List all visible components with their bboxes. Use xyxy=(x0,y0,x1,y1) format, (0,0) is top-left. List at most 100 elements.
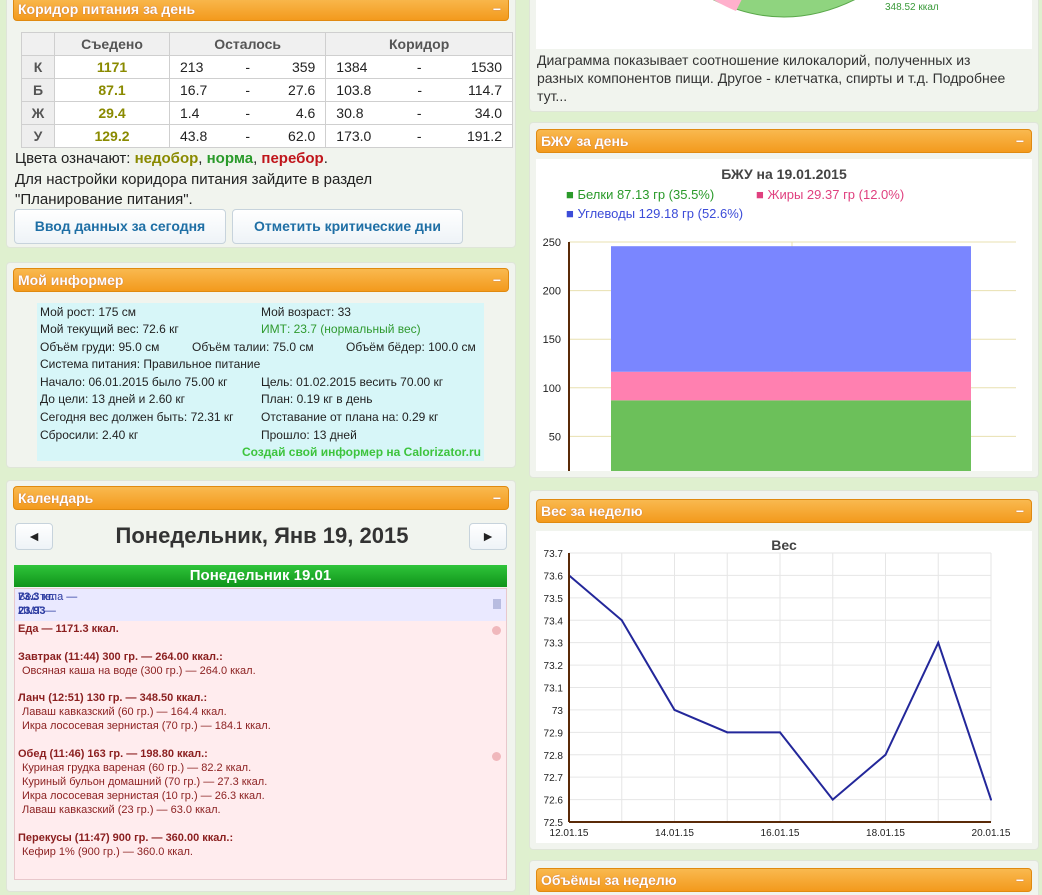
table-row: Ж 29.4 1.4-4.6 30.8-34.0 xyxy=(21,101,513,125)
row-label: У xyxy=(21,124,55,148)
right-arrow-icon: ► xyxy=(481,528,495,544)
eaten-value: 87.1 xyxy=(54,78,170,102)
lost-text: Сбросили: 2.40 кг xyxy=(40,428,139,442)
y-tick-label: 73.3 xyxy=(544,639,564,650)
food-item: Куриный бульон домашний (70 гр.) — 27.3 … xyxy=(22,776,268,788)
bju-header[interactable]: БЖУ за день − xyxy=(536,129,1032,153)
height-text: Мой рост: 175 см xyxy=(40,305,136,319)
create-informer-link[interactable]: Создай свой информер на Calorizator.ru xyxy=(242,445,481,459)
lag-text: Отставание от плана на: 0.29 кг xyxy=(261,410,439,424)
weight-chart: Вес 72.5 72.6 72.7 72.8 72.9 73 73.1 73.2 73.3 73… xyxy=(536,531,1032,843)
data-point xyxy=(779,731,781,734)
next-day-button[interactable]: ► xyxy=(469,523,507,550)
x-tick-label: 14.01.15 xyxy=(655,828,694,839)
calendar-header[interactable]: Календарь − xyxy=(13,486,509,510)
informer-widget[interactable]: Мой рост: 175 см Мой возраст: 33 Мой тек… xyxy=(37,303,484,461)
weight-edit-icon[interactable] xyxy=(493,599,501,609)
bju-svg: 050100150200250 xyxy=(543,237,1016,471)
food-edit-icon[interactable] xyxy=(492,626,501,635)
waist-text: Объём талии: 75.0 см xyxy=(192,340,314,354)
y-tick-label: 73.4 xyxy=(544,616,564,627)
collapse-icon[interactable]: − xyxy=(493,269,501,291)
corridor-range: 173.0-191.2 xyxy=(325,124,513,148)
setup-text: Для настройки коридора питания зайдите в… xyxy=(15,171,373,208)
x-tick-label: 18.01.15 xyxy=(866,828,905,839)
volumes-header[interactable]: Объёмы за неделю − xyxy=(536,868,1032,892)
weight-title: Вес за неделю xyxy=(541,503,643,519)
data-point xyxy=(620,619,623,622)
passed-text: Прошло: 13 дней xyxy=(261,428,357,442)
y-tick-label: 73.2 xyxy=(544,661,564,672)
koridor-header[interactable]: Коридор питания за день − xyxy=(13,0,509,21)
collapse-icon[interactable]: − xyxy=(1016,130,1024,152)
meal-line: Ланч (12:51) 130 гр. — 348.50 ккал.: xyxy=(18,692,208,704)
y-tick-label: 72.8 xyxy=(544,751,564,762)
y-tick-label: 100 xyxy=(543,383,561,395)
hips-text: Объём бёдер: 100.0 см xyxy=(346,340,476,354)
row-label: Ж xyxy=(21,101,55,125)
collapse-icon[interactable]: − xyxy=(493,487,501,509)
goal-text: Цель: 01.02.2015 весить 70.00 кг xyxy=(261,375,444,389)
prev-day-button[interactable]: ◄ xyxy=(15,523,53,550)
collapse-icon[interactable]: − xyxy=(1016,500,1024,522)
y-tick-label: 72.9 xyxy=(544,728,564,739)
left-arrow-icon: ◄ xyxy=(27,528,41,544)
weight-block xyxy=(15,589,506,621)
pie-label: 348.52 ккал xyxy=(885,2,939,13)
koridor-panel: Коридор питания за день − Съедено Осталось… xyxy=(6,0,516,248)
table-row: У 129.2 43.8-62.0 173.0-191.2 xyxy=(21,124,513,148)
weight-header[interactable]: Вес за неделю − xyxy=(536,499,1032,523)
row-label: Б xyxy=(21,78,55,102)
y-tick-label: 50 xyxy=(549,431,561,443)
row-label: К xyxy=(21,55,55,79)
food-item: Кефир 1% (900 гр.) — 360.0 ккал. xyxy=(22,846,193,858)
collapse-icon[interactable]: − xyxy=(493,0,501,20)
food-item: Икра лососевая зернистая (70 гр.) — 184.… xyxy=(22,720,271,732)
y-tick-label: 73.5 xyxy=(544,594,564,605)
col-left: Осталось xyxy=(168,32,327,56)
food-item: Икра лососевая зернистая (10 гр.) — 26.3… xyxy=(22,790,265,802)
age-text: Мой возраст: 33 xyxy=(261,305,351,319)
col-eaten: Съедено xyxy=(54,32,170,56)
volumes-title: Объёмы за неделю xyxy=(541,872,677,888)
bar-segment xyxy=(611,400,971,471)
left-range: 16.7-27.6 xyxy=(168,78,327,102)
calendar-day-header: Понедельник 19.01 xyxy=(14,565,507,587)
pie-panel: 348.52 ккал Диаграмма показывает соотнош… xyxy=(529,0,1039,112)
data-point xyxy=(884,753,887,756)
body-weight: Вес тела — 73.3 кг. xyxy=(18,591,78,603)
corridor-range: 1384-1530 xyxy=(325,55,513,79)
informer-title: Мой информер xyxy=(18,272,124,288)
y-tick-label: 73.1 xyxy=(544,684,564,695)
data-point xyxy=(726,731,729,734)
meal-line: Обед (11:46) 163 гр. — 198.80 ккал.: xyxy=(18,748,208,760)
corridor-range: 30.8-34.0 xyxy=(325,101,513,125)
plan-text: План: 0.19 кг в день xyxy=(261,392,373,406)
bju-chart: БЖУ на 19.01.2015 ■ Белки 87.13 гр (35.5… xyxy=(536,159,1032,471)
today-text: Сегодня вес должен быть: 72.31 кг xyxy=(40,410,234,424)
start-text: Начало: 06.01.2015 было 75.00 кг xyxy=(40,375,228,389)
lunch-edit-icon[interactable] xyxy=(492,752,501,761)
y-tick-label: 72.6 xyxy=(544,796,564,807)
critical-days-button[interactable]: Отметить критические дни xyxy=(232,209,463,244)
left-range: 43.8-62.0 xyxy=(168,124,327,148)
left-range: 213-359 xyxy=(168,55,327,79)
color-legend: Цвета означают: недобор, норма, перебор. xyxy=(15,150,328,167)
col-corridor: Коридор xyxy=(325,32,513,56)
corner-cell xyxy=(21,32,55,56)
y-tick-label: 73 xyxy=(552,706,564,717)
left-range: 1.4-4.6 xyxy=(168,101,327,125)
informer-header[interactable]: Мой информер − xyxy=(13,268,509,292)
data-point xyxy=(673,708,676,711)
data-point xyxy=(937,641,940,644)
y-tick-label: 150 xyxy=(543,334,561,346)
eaten-value: 1171 xyxy=(54,55,170,79)
bju-panel: БЖУ за день − БЖУ на 19.01.2015 ■ Белки 8… xyxy=(529,122,1039,478)
food-line: Еда — 1171.3 ккал. xyxy=(18,623,119,635)
calendar-day-body: Вес тела — 73.3 кг. ИМТ — 23.93 Еда — 11… xyxy=(14,588,507,880)
input-today-button[interactable]: Ввод данных за сегодня xyxy=(14,209,226,244)
volumes-panel: Объёмы за неделю − xyxy=(529,860,1039,895)
collapse-icon[interactable]: − xyxy=(1016,869,1024,891)
bar-segment xyxy=(611,246,971,372)
calendar-title: Календарь xyxy=(18,490,94,506)
